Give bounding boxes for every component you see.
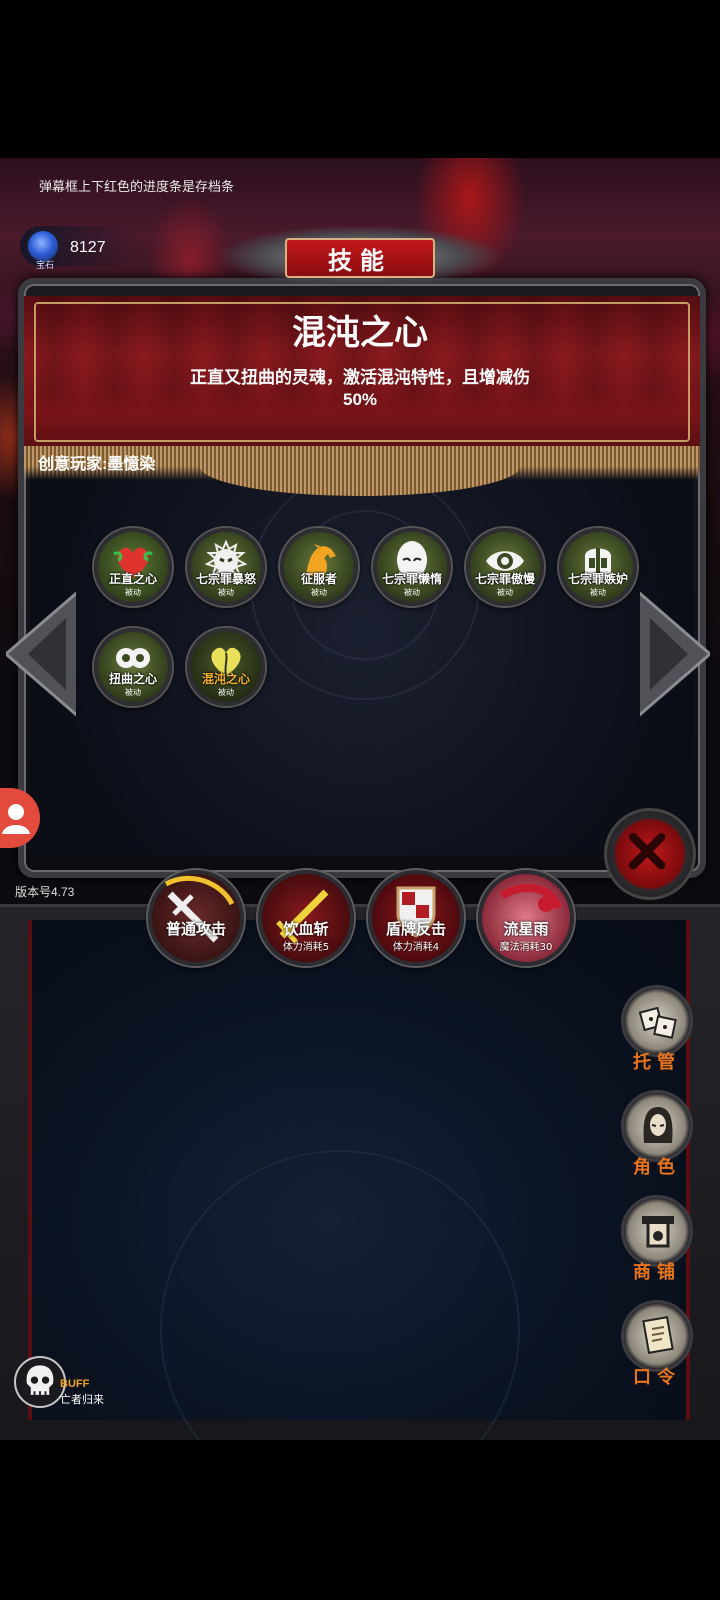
skill-slot-sloth[interactable]: 七宗罪懒惰 被动 [373, 528, 451, 606]
skill-name: 正直之心 [108, 572, 157, 586]
skill-slot-envy[interactable]: 七宗罪嫉妒 被动 [559, 528, 637, 606]
skill-tag: 被动 [590, 588, 606, 597]
next-page-arrow[interactable] [640, 590, 710, 730]
buff-title: BUFF [60, 1378, 90, 1390]
auto-play-label: 托管 [633, 1052, 681, 1072]
panel-header: 技能 [328, 248, 392, 275]
skill-tag: 被动 [497, 588, 513, 597]
skull-icon [26, 1365, 54, 1395]
skill-tag: 被动 [125, 588, 141, 597]
shop-icon [642, 1216, 674, 1248]
shop-label: 商铺 [633, 1262, 681, 1282]
skill-tag: 被动 [218, 688, 234, 697]
skill-tag: 被动 [404, 588, 420, 597]
skill-name: 征服者 [300, 572, 337, 586]
code-label: 口令 [633, 1367, 681, 1387]
hood-icon [643, 1107, 673, 1143]
skill-slot-wrath[interactable]: 七宗罪暴怒 被动 [187, 528, 265, 606]
action-cost: 体力消耗4 [392, 942, 440, 953]
action-shield-counter[interactable]: 盾牌反击 体力消耗4 [368, 870, 464, 966]
skill-tag: 被动 [311, 588, 327, 597]
skill-slot-pride[interactable]: 七宗罪傲慢 被动 [466, 528, 544, 606]
code-button[interactable] [621, 1300, 693, 1372]
character-button[interactable] [621, 1090, 693, 1162]
skill-slot-conqueror[interactable]: 征服者 被动 [280, 528, 358, 606]
dice-icon [638, 1006, 677, 1039]
side-avatar-tab[interactable] [0, 788, 40, 848]
action-blood-slash[interactable]: 饮血斩 体力消耗5 [258, 870, 354, 966]
skill-tag: 被动 [218, 588, 234, 597]
scroll-icon [642, 1316, 674, 1354]
action-meteor-shower[interactable]: 流星雨 魔法消耗30 [478, 870, 574, 966]
action-cost: 体力消耗5 [282, 942, 330, 953]
gem-caption: 宝石 [36, 261, 55, 271]
close-button[interactable] [604, 808, 696, 900]
skill-name: 七宗罪傲慢 [474, 572, 535, 586]
prev-page-arrow[interactable] [6, 590, 76, 730]
action-name: 饮血斩 [283, 921, 329, 938]
close-icon [628, 832, 666, 870]
buff-icon-button[interactable] [14, 1356, 66, 1408]
skill-name: 扭曲之心 [108, 672, 157, 686]
skill-slot-zhengzhi[interactable]: 正直之心 被动 [94, 528, 172, 606]
bottom-black-bar [0, 1440, 720, 1600]
skill-name: 七宗罪嫉妒 [567, 572, 628, 586]
action-name: 普通攻击 [165, 921, 226, 938]
version-label: 版本号4.73 [15, 885, 75, 899]
skill-name: 七宗罪暴怒 [195, 572, 256, 586]
skill-name: 混沌之心 [201, 672, 250, 686]
skill-tag: 被动 [125, 688, 141, 697]
action-name: 盾牌反击 [385, 921, 446, 938]
skill-slot-chaos[interactable]: 混沌之心 被动 [187, 628, 265, 706]
top-black-bar [0, 0, 720, 158]
creator-credit: 创意玩家:墨憶染 [38, 456, 156, 473]
skill-name: 七宗罪懒惰 [381, 572, 442, 586]
action-name: 流星雨 [503, 921, 549, 938]
skill-description: 正直又扭曲的灵魂，激活混沌特性，且增减伤50% [190, 368, 530, 409]
skill-title: 混沌之心 [292, 314, 428, 352]
user-icon [2, 804, 30, 834]
action-cost: 魔法消耗30 [499, 942, 553, 953]
gem-count: 8127 [70, 239, 106, 256]
shop-button[interactable] [621, 1195, 693, 1267]
auto-play-button[interactable] [621, 985, 693, 1057]
character-label: 角色 [633, 1157, 681, 1177]
buff-name: 亡者归来 [60, 1394, 104, 1406]
hint-text: 弹幕框上下红色的进度条是存档条 [39, 179, 235, 194]
action-normal-attack[interactable]: 普通攻击 [148, 870, 244, 966]
skill-slot-twisted[interactable]: 扭曲之心 被动 [94, 628, 172, 706]
